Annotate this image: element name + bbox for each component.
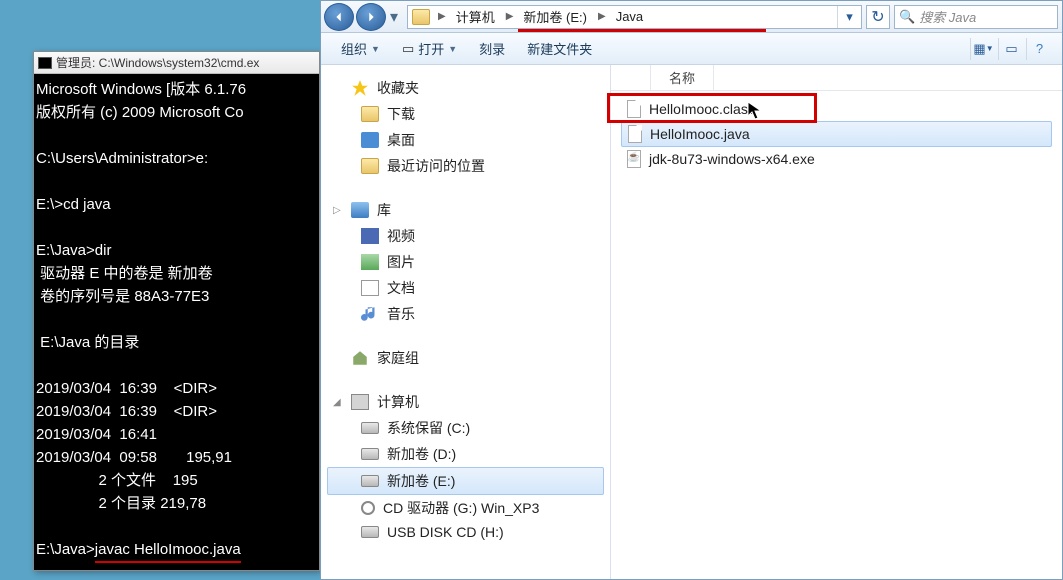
cmd-line: 2019/03/04 16:41 [36,426,157,443]
file-name: HelloImooc.java [650,126,750,142]
search-input[interactable]: 🔍 搜索 Java [894,5,1058,29]
cd-icon [361,501,375,515]
favorites-group[interactable]: 收藏夹 [327,75,610,101]
breadcrumb-drive[interactable]: 新加卷 (E:) [517,6,594,28]
forward-button[interactable] [356,3,386,31]
view-options-button[interactable]: ▦▼ [970,38,996,60]
file-row[interactable]: jdk-8u73-windows-x64.exe [621,147,1052,171]
explorer-window: ▾ ▶ 计算机 ▶ 新加卷 (E:) ▶ Java ▾ ↻ 🔍 搜索 Java … [320,0,1063,580]
nav-drive-d[interactable]: 新加卷 (D:) [327,441,610,467]
homegroup-icon [351,350,369,366]
cmd-line: 2019/03/04 09:58 195,91 [36,449,232,466]
nav-desktop[interactable]: 桌面 [327,127,610,153]
file-icon [628,125,642,143]
drive-icon [361,475,379,487]
annotation-underline [518,29,766,32]
cmd-line: Microsoft Windows [版本 6.1.76 [36,81,246,98]
computer-group[interactable]: ◢计算机 [327,389,610,415]
file-icon [627,100,641,118]
cmd-javac-command: javac HelloImooc.java [95,539,241,563]
burn-button[interactable]: 刻录 [469,36,515,61]
back-button[interactable] [324,3,354,31]
cmd-titlebar[interactable]: 管理员: C:\Windows\system32\cmd.ex [34,52,319,74]
cmd-line: E:\Java 的目录 [36,334,139,351]
file-pane[interactable]: 名称 HelloImooc.class HelloImooc.java jdk-… [611,65,1062,579]
help-button[interactable]: ? [1026,38,1052,60]
nav-pictures[interactable]: 图片 [327,249,610,275]
cmd-terminal[interactable]: Microsoft Windows [版本 6.1.76 版权所有 (c) 20… [34,74,319,570]
video-icon [361,228,379,244]
chevron-right-icon[interactable]: ▶ [502,11,518,22]
column-spacer [611,65,651,90]
breadcrumb-folder[interactable]: Java [610,6,650,28]
organize-button[interactable]: 组织▼ [331,36,390,61]
nav-cd-drive[interactable]: CD 驱动器 (G:) Win_XP3 [327,495,610,521]
new-folder-button[interactable]: 新建文件夹 [517,36,602,61]
file-row[interactable]: HelloImooc.java [621,121,1052,147]
cmd-prompt: E:\Java> [36,541,95,558]
cmd-line: 版权所有 (c) 2009 Microsoft Co [36,104,244,121]
nav-music[interactable]: 音乐 [327,301,610,327]
desktop-icon [361,132,379,148]
nav-drive-e[interactable]: 新加卷 (E:) [327,467,604,495]
address-dropdown-icon[interactable]: ▾ [837,6,861,28]
preview-pane-button[interactable]: ▭ [998,38,1024,60]
refresh-button[interactable]: ↻ [866,5,890,29]
folder-icon [361,106,379,122]
music-icon [361,306,379,322]
drive-icon [361,526,379,538]
nav-recent[interactable]: 最近访问的位置 [327,153,610,179]
cmd-line: 卷的序列号是 88A3-77E3 [36,288,209,305]
nav-documents[interactable]: 文档 [327,275,610,301]
breadcrumb-computer[interactable]: 计算机 [450,6,502,28]
cmd-line: C:\Users\Administrator>e: [36,150,208,167]
nav-downloads[interactable]: 下载 [327,101,610,127]
cmd-line: 2 个目录 219,78 [36,495,206,512]
cmd-title: 管理员: C:\Windows\system32\cmd.ex [56,54,259,71]
nav-history-dropdown[interactable]: ▾ [387,3,401,31]
java-icon [627,150,641,168]
folder-icon [412,9,430,25]
column-name[interactable]: 名称 [651,65,714,90]
star-icon [351,80,369,96]
chevron-right-icon[interactable]: ▶ [434,11,450,22]
watermark: @51CTO博客 [980,559,1055,576]
cmd-line: 2 个文件 195 [36,472,198,489]
library-icon [351,202,369,218]
nav-videos[interactable]: 视频 [327,223,610,249]
chevron-right-icon[interactable]: ▶ [594,11,610,22]
open-button[interactable]: ▭打开▼ [392,36,467,61]
navigation-pane[interactable]: 收藏夹 下载 桌面 最近访问的位置 ▷库 视频 图片 文档 音乐 家庭组 ◢计算… [321,65,611,579]
cmd-line: 驱动器 E 中的卷是 新加卷 [36,265,213,282]
homegroup-group[interactable]: 家庭组 [327,345,610,371]
cmd-icon [38,57,52,69]
explorer-toolbar: 组织▼ ▭打开▼ 刻录 新建文件夹 ▦▼ ▭ ? [321,33,1062,65]
drive-icon [361,422,379,434]
address-bar[interactable]: ▶ 计算机 ▶ 新加卷 (E:) ▶ Java ▾ [407,5,862,29]
drive-icon [361,448,379,460]
column-header-row: 名称 [611,65,1062,91]
computer-icon [351,394,369,410]
cmd-line: 2019/03/04 16:39 <DIR> [36,403,217,420]
cmd-line: E:\>cd java [36,196,111,213]
file-name: jdk-8u73-windows-x64.exe [649,151,815,167]
cmd-line: 2019/03/04 16:39 <DIR> [36,380,217,397]
picture-icon [361,254,379,270]
nav-usb-drive[interactable]: USB DISK CD (H:) [327,521,610,543]
libraries-group[interactable]: ▷库 [327,197,610,223]
document-icon [361,280,379,296]
explorer-navbar: ▾ ▶ 计算机 ▶ 新加卷 (E:) ▶ Java ▾ ↻ 🔍 搜索 Java [321,1,1062,33]
recent-icon [361,158,379,174]
cmd-line: E:\Java>dir [36,242,111,259]
cmd-window: 管理员: C:\Windows\system32\cmd.ex Microsof… [33,51,320,571]
search-placeholder: 搜索 Java [919,7,976,26]
nav-drive-c[interactable]: 系统保留 (C:) [327,415,610,441]
search-icon: 🔍 [899,9,915,25]
